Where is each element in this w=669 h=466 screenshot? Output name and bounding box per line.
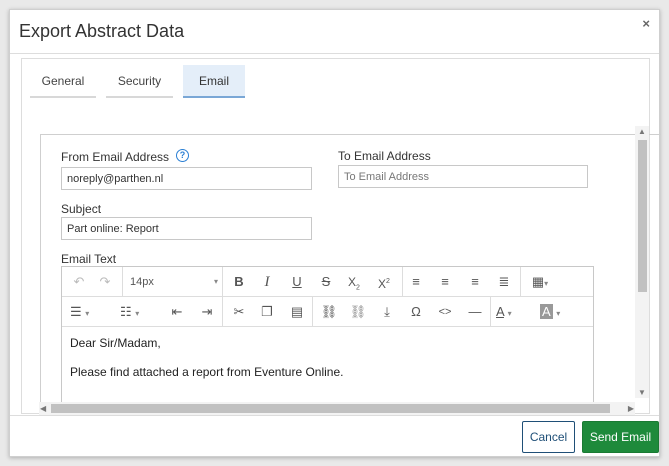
copy-icon[interactable]: ❐	[258, 301, 276, 323]
align-center-icon[interactable]: ≡	[436, 271, 454, 293]
strikethrough-icon[interactable]: S	[317, 271, 335, 293]
highlight-color-icon[interactable]: A ▾	[540, 301, 576, 323]
scroll-left-arrow-icon[interactable]: ◀	[40, 404, 46, 413]
numbered-list-icon[interactable]: ☷ ▾	[120, 301, 156, 323]
superscript-icon[interactable]: X2	[374, 271, 394, 293]
italic-icon[interactable]: I	[258, 271, 276, 293]
help-icon[interactable]: ?	[176, 149, 189, 162]
paste-icon[interactable]: ▤	[288, 301, 306, 323]
source-code-icon[interactable]: <>	[436, 301, 454, 323]
toolbar-divider	[520, 267, 521, 297]
editor-toolbar-row-2: ☰ ▾ ☷ ▾ ⇤ ⇥ ✂ ❐ ▤ ⛓ ⛓ ⤓ Ω <> — A ▾ A ▾	[62, 297, 593, 327]
from-email-label: From Email Address	[61, 150, 170, 164]
underline-icon[interactable]: U	[288, 271, 306, 293]
special-character-icon[interactable]: Ω	[407, 301, 425, 323]
to-email-input[interactable]	[338, 165, 588, 188]
editor-toolbar-row-1: ↶ ↷ 14px ▾ B I U S X2 X2 ≡ ≡ ≡ ≣ ▦▾	[62, 267, 593, 297]
toolbar-divider	[312, 297, 313, 327]
toolbar-divider	[222, 297, 223, 327]
tab-security[interactable]: Security	[106, 65, 173, 98]
font-size-select[interactable]: 14px ▾	[130, 271, 218, 293]
insert-file-icon[interactable]: ⤓	[378, 301, 396, 323]
tab-general[interactable]: General	[30, 65, 96, 98]
footer-divider	[10, 415, 659, 416]
justify-icon[interactable]: ≣	[495, 271, 513, 293]
align-left-icon[interactable]: ≡	[407, 271, 425, 293]
editor-paragraph: Dear Sir/Madam,	[70, 336, 161, 350]
subject-label: Subject	[61, 202, 102, 216]
toolbar-divider	[222, 267, 223, 297]
table-icon[interactable]: ▦▾	[526, 271, 554, 293]
cut-icon[interactable]: ✂	[230, 301, 248, 323]
chevron-down-icon: ▾	[213, 277, 218, 286]
unlink-icon[interactable]: ⛓	[349, 301, 367, 323]
subject-input[interactable]	[61, 217, 312, 240]
outdent-icon[interactable]: ⇤	[168, 301, 186, 323]
bullet-list-icon[interactable]: ☰ ▾	[70, 301, 106, 323]
subscript-icon[interactable]: X2	[344, 271, 364, 293]
dialog-title: Export Abstract Data	[19, 21, 185, 41]
editor-paragraph: Please find attached a report from Event…	[70, 365, 344, 379]
scroll-down-arrow-icon[interactable]: ▼	[638, 388, 646, 397]
redo-icon[interactable]: ↷	[96, 271, 114, 293]
vertical-scrollbar[interactable]: ▲ ▼	[635, 126, 649, 398]
header-divider	[10, 53, 659, 54]
horizontal-scroll-thumb[interactable]	[51, 404, 610, 413]
font-size-value: 14px	[130, 276, 154, 288]
toolbar-divider	[490, 297, 491, 327]
close-icon[interactable]: ×	[642, 16, 650, 31]
scroll-up-arrow-icon[interactable]: ▲	[638, 127, 646, 136]
from-email-input[interactable]	[61, 167, 312, 190]
font-color-icon[interactable]: A ▾	[496, 301, 530, 323]
link-icon[interactable]: ⛓	[320, 301, 338, 323]
to-email-label: To Email Address	[338, 149, 431, 163]
vertical-scroll-thumb[interactable]	[638, 140, 647, 292]
bold-icon[interactable]: B	[230, 271, 248, 293]
content-panel: General Security Email From Email Addres…	[21, 58, 661, 416]
toolbar-divider	[402, 267, 403, 297]
toolbar-divider	[122, 267, 123, 297]
undo-icon[interactable]: ↶	[70, 271, 88, 293]
tab-email[interactable]: Email	[183, 65, 245, 98]
align-right-icon[interactable]: ≡	[466, 271, 484, 293]
horizontal-scrollbar[interactable]: ◀ ▶	[39, 402, 635, 415]
email-text-label: Email Text	[61, 252, 117, 266]
send-email-button[interactable]: Send Email	[582, 421, 659, 453]
rich-text-editor: ↶ ↷ 14px ▾ B I U S X2 X2 ≡ ≡ ≡ ≣ ▦▾ ☰ ▾ …	[61, 266, 594, 416]
cancel-button[interactable]: Cancel	[522, 421, 575, 453]
indent-icon[interactable]: ⇥	[198, 301, 216, 323]
scroll-right-arrow-icon[interactable]: ▶	[628, 404, 634, 413]
export-dialog: Export Abstract Data × General Security …	[9, 9, 661, 457]
horizontal-rule-icon[interactable]: —	[466, 301, 484, 323]
email-form-pane: From Email Address ? To Email Address Su…	[40, 134, 661, 416]
